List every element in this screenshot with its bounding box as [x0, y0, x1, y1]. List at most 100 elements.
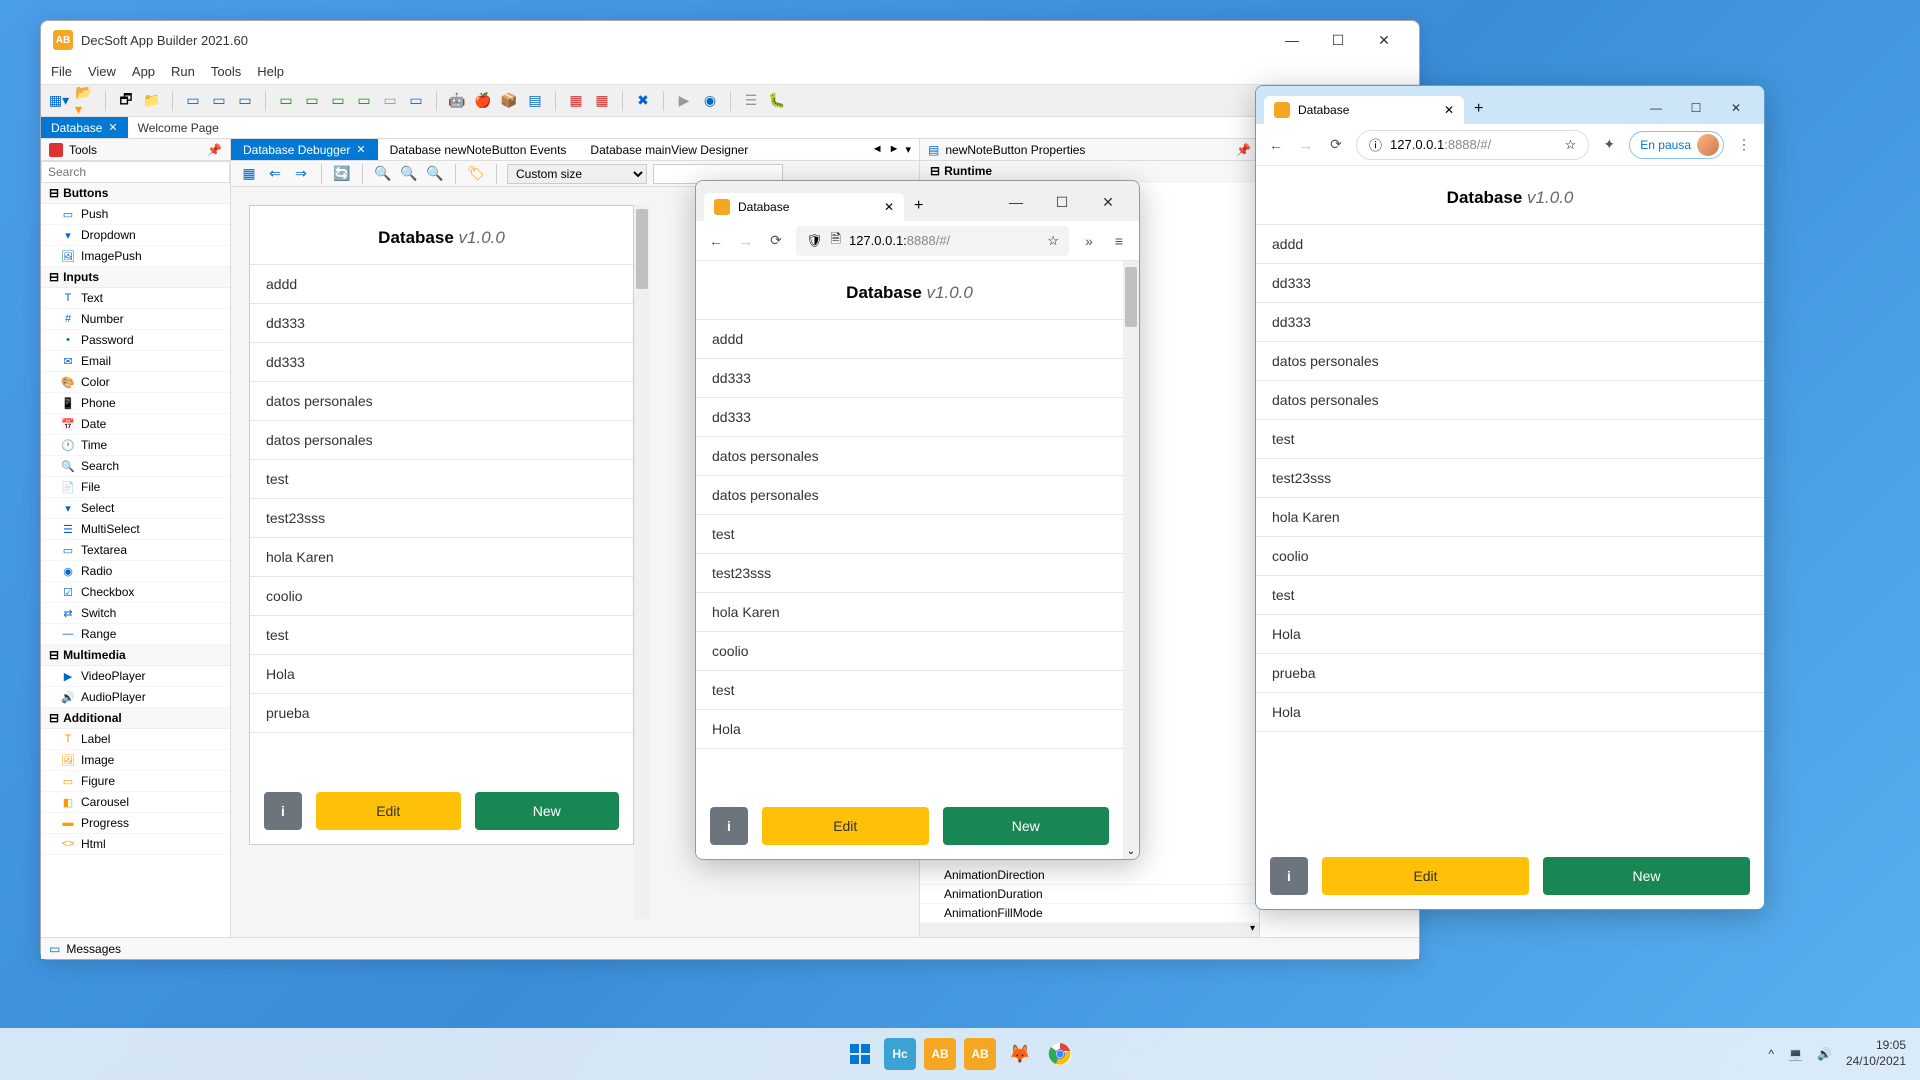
tab-next-icon[interactable]: ►: [889, 143, 900, 156]
menu-file[interactable]: File: [51, 64, 72, 79]
star-icon[interactable]: ☆: [1047, 233, 1059, 249]
list-item[interactable]: test23sss: [250, 499, 633, 538]
toolbar-folder-icon[interactable]: 📁: [142, 91, 162, 111]
pin-icon[interactable]: 📌: [1236, 143, 1251, 157]
list-item[interactable]: hola Karen: [250, 538, 633, 577]
maximize-button[interactable]: ☐: [1039, 183, 1085, 221]
list-item[interactable]: datos personales: [696, 476, 1123, 515]
tool-item-multiselect[interactable]: ☰MultiSelect: [41, 519, 230, 540]
browser-tab[interactable]: Database ✕: [1264, 96, 1464, 124]
minimize-button[interactable]: —: [1269, 21, 1315, 59]
tray-battery-icon[interactable]: 💻: [1788, 1047, 1803, 1061]
tool-item-label[interactable]: TLabel: [41, 729, 230, 750]
maximize-button[interactable]: ☐: [1676, 92, 1716, 124]
edit-button[interactable]: Edit: [1322, 857, 1529, 895]
statusbar-label[interactable]: Messages: [66, 942, 121, 956]
menu-view[interactable]: View: [88, 64, 116, 79]
project-tab-welcome[interactable]: Welcome Page: [128, 117, 229, 138]
prop-row[interactable]: AnimationDuration: [920, 885, 1259, 904]
nav-back-icon[interactable]: ⇐: [265, 164, 285, 184]
list-item[interactable]: test23sss: [696, 554, 1123, 593]
list-item[interactable]: datos personales: [1256, 381, 1764, 420]
toolbar-tools-icon[interactable]: ✖: [633, 91, 653, 111]
toolbar-new-icon[interactable]: ▦▾: [49, 91, 69, 111]
tab-prev-icon[interactable]: ◄: [872, 143, 883, 156]
pin-icon[interactable]: 📌: [207, 143, 222, 157]
tool-item-dropdown[interactable]: ▾Dropdown: [41, 225, 230, 246]
scroll-down-icon[interactable]: ⌄: [1123, 846, 1139, 857]
list-item[interactable]: datos personales: [1256, 342, 1764, 381]
menu-app[interactable]: App: [132, 64, 155, 79]
list-item[interactable]: datos personales: [250, 421, 633, 460]
list-item[interactable]: dd333: [250, 304, 633, 343]
tool-item-search[interactable]: 🔍Search: [41, 456, 230, 477]
toolbar-build-icon[interactable]: ▦: [566, 91, 586, 111]
list-item[interactable]: addd: [250, 265, 633, 304]
tool-item-audioplayer[interactable]: 🔊AudioPlayer: [41, 687, 230, 708]
close-icon[interactable]: ✕: [1444, 103, 1454, 117]
tools-section[interactable]: ⊟Buttons: [41, 183, 230, 204]
list-item[interactable]: datos personales: [696, 437, 1123, 476]
extensions-icon[interactable]: ✦: [1599, 135, 1619, 155]
tool-item-range[interactable]: —Range: [41, 624, 230, 645]
scroll-down-icon[interactable]: ▾: [1250, 923, 1255, 937]
scrollbar-thumb[interactable]: [1125, 267, 1137, 327]
toolbar-layout-icon[interactable]: ▤: [525, 91, 545, 111]
tool-item-phone[interactable]: 📱Phone: [41, 393, 230, 414]
tool-item-select[interactable]: ▾Select: [41, 498, 230, 519]
profile-button[interactable]: En pausa: [1629, 131, 1724, 159]
toolbar-screen5-icon[interactable]: ▭: [380, 91, 400, 111]
url-bar[interactable]: ⓘ 127.0.0.1:8888/#/ ☆: [1356, 130, 1589, 160]
tool-item-image[interactable]: 🖼Image: [41, 750, 230, 771]
menu-icon[interactable]: ≡: [1109, 231, 1129, 251]
minimize-button[interactable]: —: [993, 183, 1039, 221]
list-item[interactable]: test23sss: [1256, 459, 1764, 498]
list-item[interactable]: test: [1256, 420, 1764, 459]
tab-menu-icon[interactable]: ▾: [905, 143, 911, 156]
toolbar-bug-icon[interactable]: 🐛: [767, 91, 787, 111]
refresh-icon[interactable]: 🔄: [332, 164, 352, 184]
maximize-button[interactable]: ☐: [1315, 21, 1361, 59]
close-button[interactable]: ✕: [1716, 92, 1756, 124]
edit-button[interactable]: Edit: [762, 807, 929, 845]
taskbar-app-icon[interactable]: AB: [924, 1038, 956, 1070]
scrollbar-thumb[interactable]: [636, 209, 648, 289]
close-button[interactable]: ✕: [1085, 183, 1131, 221]
tool-item-imagepush[interactable]: 🖼ImagePush: [41, 246, 230, 267]
minimize-button[interactable]: —: [1636, 92, 1676, 124]
prop-row[interactable]: AnimationFillMode: [920, 904, 1259, 923]
prop-row[interactable]: AnimationDirection: [920, 866, 1259, 885]
back-icon[interactable]: ←: [706, 231, 726, 251]
close-icon[interactable]: ✕: [884, 200, 894, 214]
list-item[interactable]: test: [250, 616, 633, 655]
tools-section[interactable]: ⊟Inputs: [41, 267, 230, 288]
list-item[interactable]: dd333: [696, 359, 1123, 398]
info-button[interactable]: i: [1270, 857, 1308, 895]
nav-home-icon[interactable]: ▦: [239, 164, 259, 184]
taskbar-firefox-icon[interactable]: 🦊: [1004, 1038, 1036, 1070]
taskbar-app-icon[interactable]: Hc: [884, 1038, 916, 1070]
toolbar-stop-icon[interactable]: ◉: [700, 91, 720, 111]
list-item[interactable]: prueba: [1256, 654, 1764, 693]
list-item[interactable]: dd333: [250, 343, 633, 382]
list-item[interactable]: dd333: [1256, 303, 1764, 342]
toolbar-play-icon[interactable]: ▶: [674, 91, 694, 111]
designer-tab-view[interactable]: Database mainView Designer: [578, 139, 760, 160]
tray-clock[interactable]: 19:05 24/10/2021: [1846, 1038, 1906, 1069]
tool-item-switch[interactable]: ⇄Switch: [41, 603, 230, 624]
edit-button[interactable]: Edit: [316, 792, 461, 830]
menu-run[interactable]: Run: [171, 64, 195, 79]
list-item[interactable]: datos personales: [250, 382, 633, 421]
tool-item-file[interactable]: 📄File: [41, 477, 230, 498]
new-button[interactable]: New: [475, 792, 620, 830]
list-item[interactable]: Hola: [250, 655, 633, 694]
messages-icon[interactable]: ▭: [49, 942, 60, 956]
tool-item-text[interactable]: TText: [41, 288, 230, 309]
list-item[interactable]: test: [696, 515, 1123, 554]
tool-item-number[interactable]: #Number: [41, 309, 230, 330]
tool-item-html[interactable]: <>Html: [41, 834, 230, 855]
props-section-runtime[interactable]: ⊟Runtime: [920, 161, 1259, 182]
toolbar-screen6-icon[interactable]: ▭: [406, 91, 426, 111]
menu-icon[interactable]: ⋮: [1734, 135, 1754, 155]
toolbar-screen4-icon[interactable]: ▭: [354, 91, 374, 111]
